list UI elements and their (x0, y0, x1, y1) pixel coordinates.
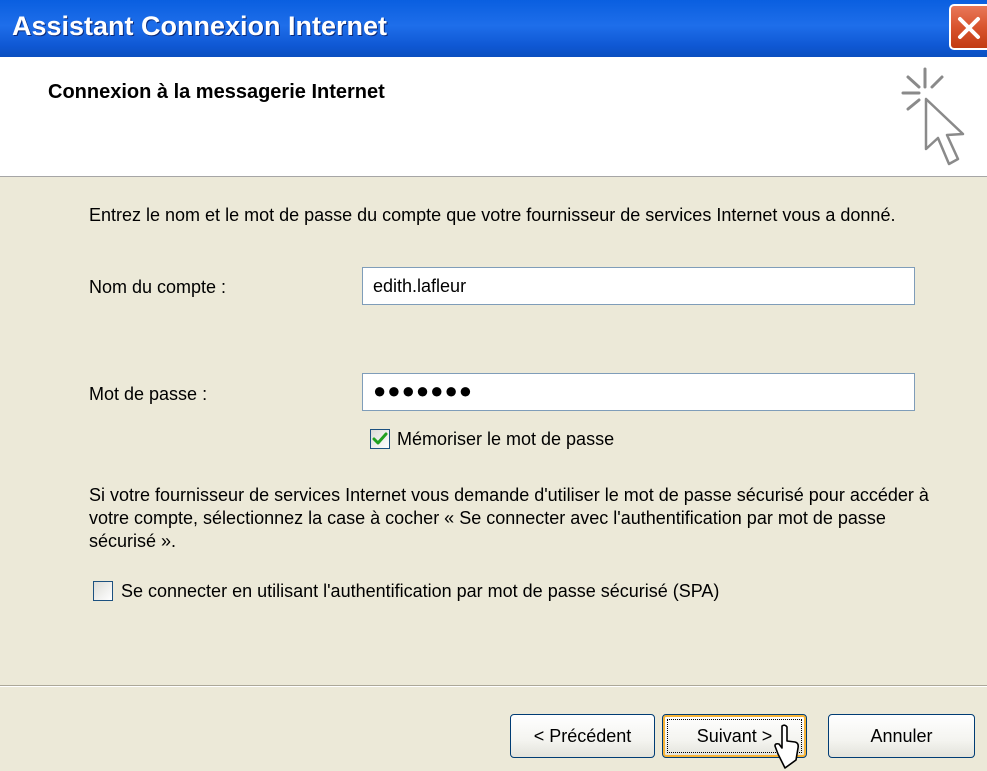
close-button[interactable] (949, 4, 987, 50)
account-name-input[interactable]: edith.lafleur (362, 267, 915, 305)
password-label: Mot de passe : (89, 384, 208, 404)
account-label: Nom du compte : (89, 277, 227, 297)
remember-password-checkbox[interactable] (370, 429, 390, 449)
page-title: Connexion à la messagerie Internet (48, 81, 385, 103)
footer-separator (0, 685, 987, 687)
cancel-button[interactable]: Annuler (828, 714, 975, 758)
wizard-header: Connexion à la messagerie Internet (0, 57, 987, 177)
spa-info-text: Si votre fournisseur de services Interne… (89, 485, 929, 551)
checkmark-icon (372, 432, 388, 445)
previous-button[interactable]: < Précédent (510, 714, 655, 758)
wizard-content: Entrez le nom et le mot de passe du comp… (0, 177, 987, 685)
title-bar[interactable]: Assistant Connexion Internet (0, 0, 987, 57)
remember-password-label[interactable]: Mémoriser le mot de passe (397, 428, 614, 451)
spa-checkbox[interactable] (93, 581, 113, 601)
intro-text: Entrez le nom et le mot de passe du comp… (89, 205, 896, 225)
wizard-cursor-icon (901, 67, 965, 166)
window-title: Assistant Connexion Internet (12, 11, 388, 41)
mouse-pointer-icon (774, 724, 799, 769)
spa-label[interactable]: Se connecter en utilisant l'authentifica… (121, 580, 719, 603)
close-icon (958, 17, 980, 39)
password-input[interactable]: ●●●●●●● (362, 373, 915, 411)
